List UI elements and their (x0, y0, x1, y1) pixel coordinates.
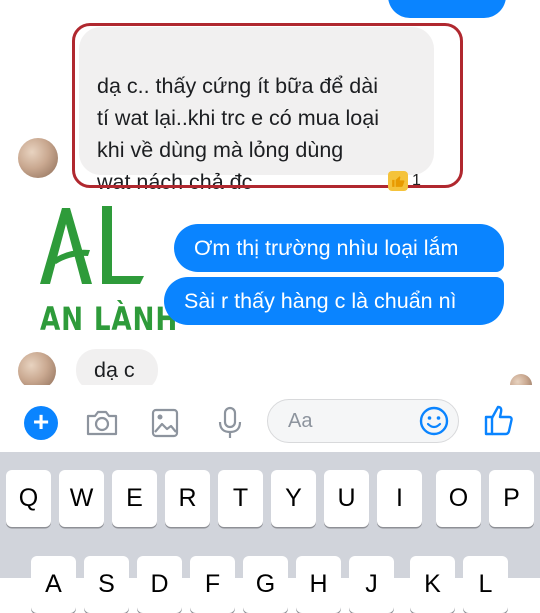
key-h[interactable]: H (296, 556, 341, 613)
message-reaction[interactable]: 1 (388, 168, 444, 194)
key-j[interactable]: J (349, 556, 394, 613)
logo-text: AN LÀNH (40, 300, 179, 338)
contact-avatar[interactable] (18, 138, 58, 178)
key-r[interactable]: R (165, 470, 210, 527)
reaction-count: 1 (412, 172, 421, 189)
key-g[interactable]: G (243, 556, 288, 613)
key-p[interactable]: P (489, 470, 534, 527)
outgoing-message-text: Sài r thấy hàng c là chuẩn nì (184, 288, 457, 313)
plus-icon[interactable]: + (24, 406, 58, 440)
key-s[interactable]: S (84, 556, 129, 613)
outgoing-message-bubble[interactable]: Sài r thấy hàng c là chuẩn nì (164, 277, 504, 325)
key-e[interactable]: E (112, 470, 157, 527)
key-u[interactable]: U (324, 470, 369, 527)
highlight-frame (72, 23, 463, 188)
outgoing-message-bubble[interactable]: Ơm thị trường nhìu loại lắm (174, 224, 504, 272)
key-d[interactable]: D (137, 556, 182, 613)
microphone-icon[interactable] (210, 403, 250, 443)
key-q[interactable]: Q (6, 470, 51, 527)
an-lanh-logo-icon (40, 206, 144, 284)
key-i[interactable]: I (377, 470, 422, 527)
key-t[interactable]: T (218, 470, 263, 527)
thumbs-up-reaction-icon (388, 171, 408, 191)
key-f[interactable]: F (190, 556, 235, 613)
incoming-message-text: dạ c (94, 357, 135, 382)
key-l[interactable]: L (463, 556, 508, 613)
outgoing-bubble-cropped (388, 0, 506, 18)
key-w[interactable]: W (59, 470, 104, 527)
image-icon[interactable] (145, 403, 185, 443)
key-a[interactable]: A (31, 556, 76, 613)
key-k[interactable]: K (410, 556, 455, 613)
camera-icon[interactable] (82, 403, 122, 443)
key-o[interactable]: O (436, 470, 481, 527)
message-input-placeholder: Aa (288, 409, 313, 432)
thumbs-up-icon[interactable] (482, 402, 518, 438)
key-y[interactable]: Y (271, 470, 316, 527)
emoji-icon[interactable] (418, 405, 450, 437)
outgoing-message-text: Ơm thị trường nhìu loại lắm (194, 235, 459, 260)
